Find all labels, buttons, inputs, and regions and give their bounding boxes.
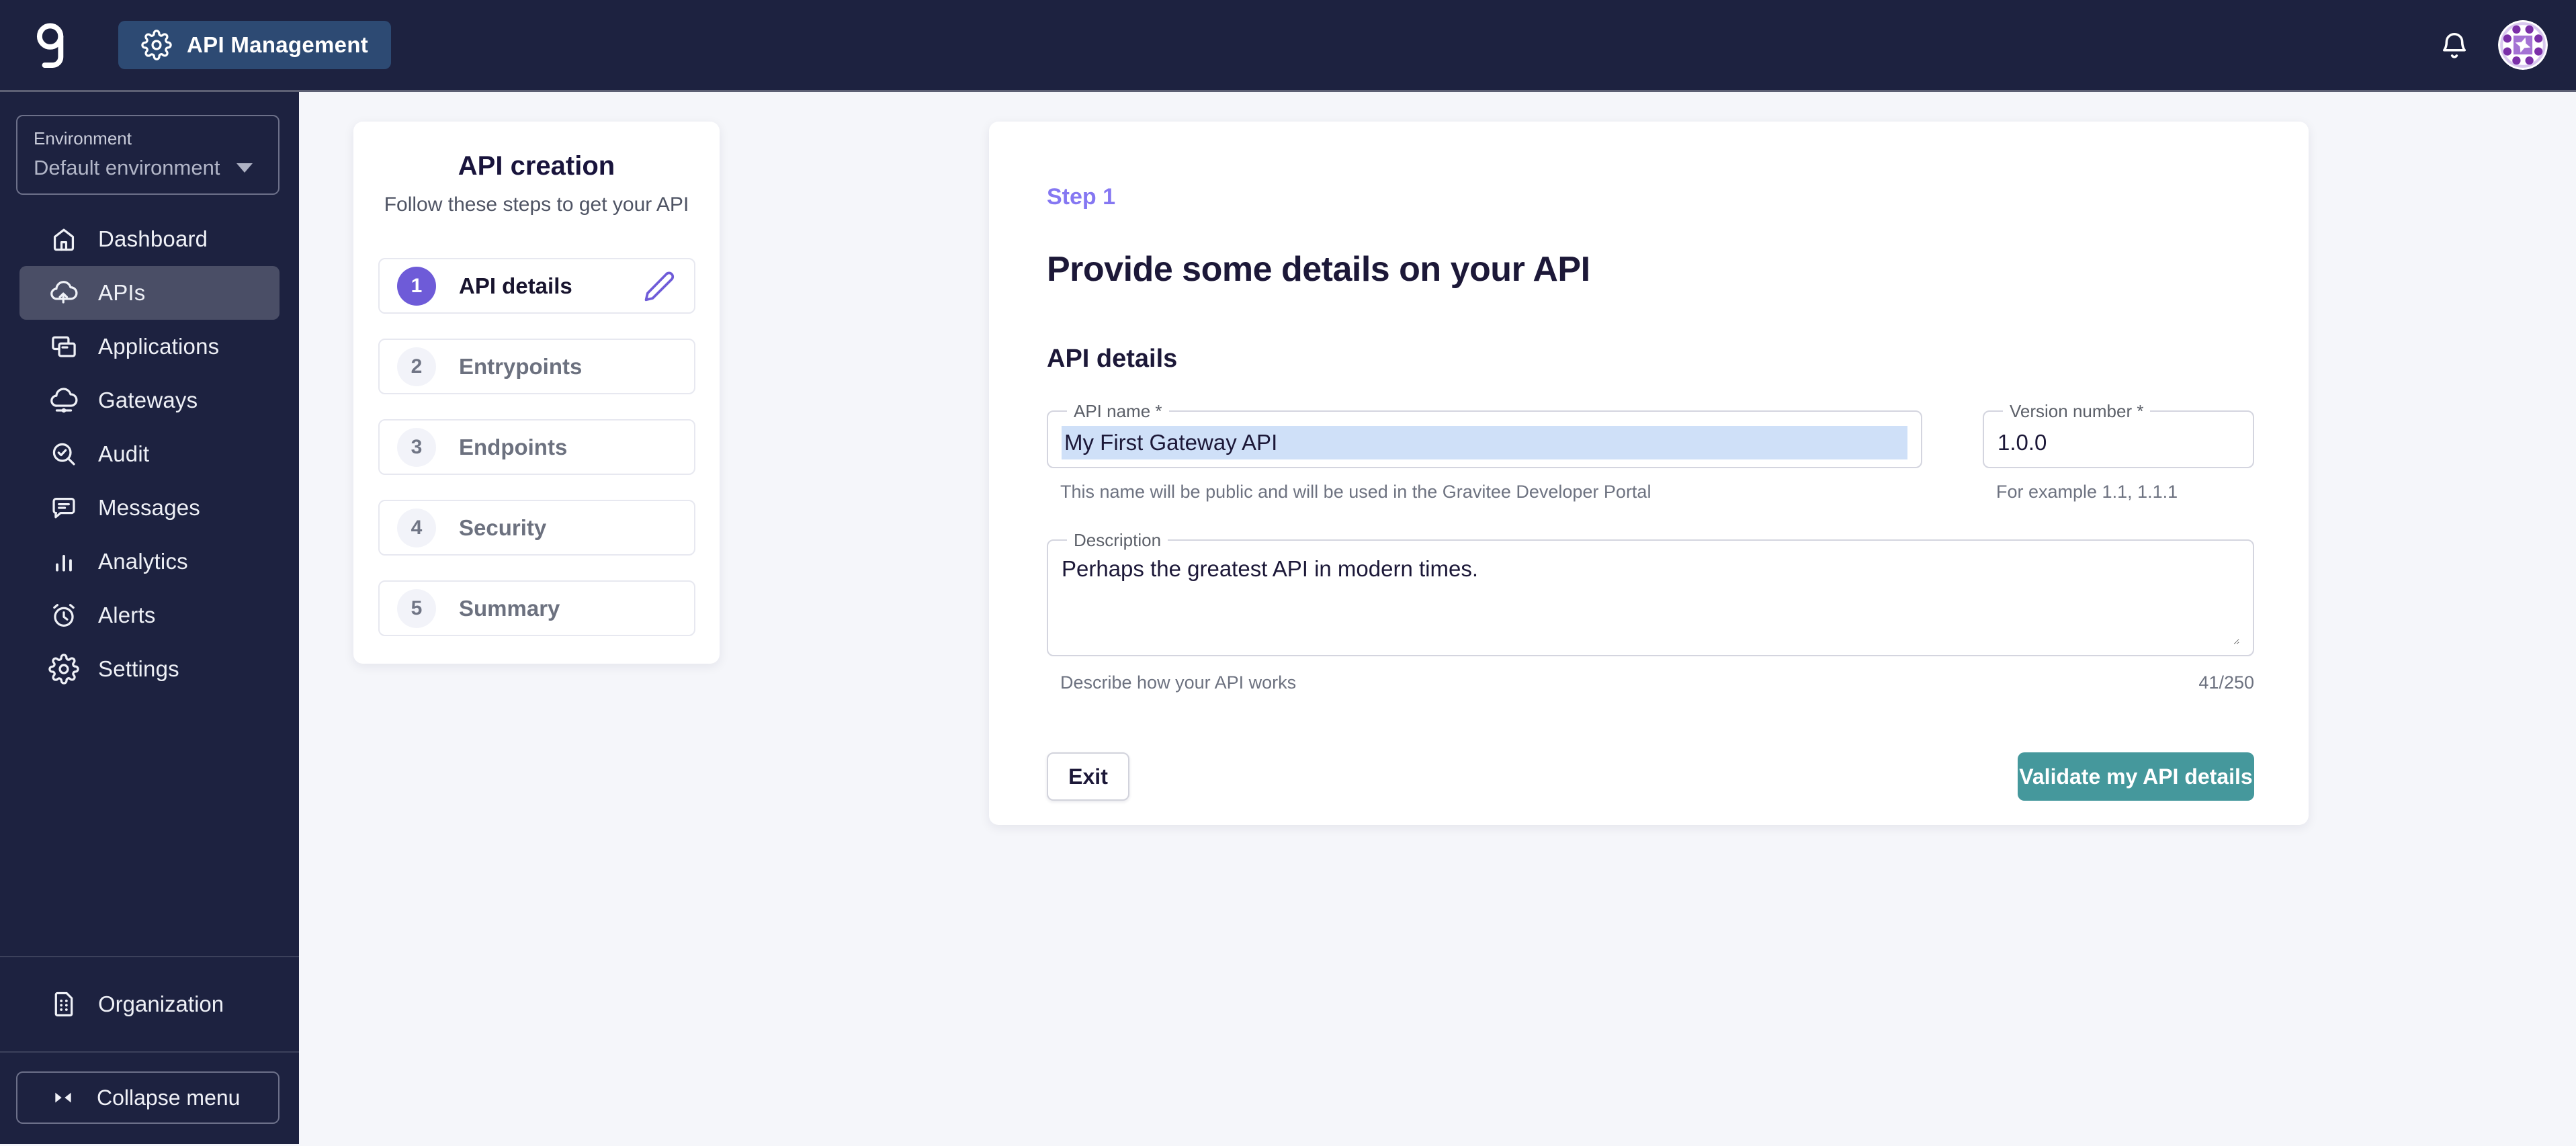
sidebar-item-label: Gateways — [98, 388, 198, 412]
api-details-form-card: Step 1 Provide some details on your API … — [989, 122, 2309, 825]
api-name-input[interactable]: My First Gateway API — [1062, 425, 1907, 459]
environment-selector[interactable]: Environment Default environment — [16, 115, 280, 195]
step-label: Summary — [459, 595, 560, 621]
step-security[interactable]: 4 Security — [378, 500, 695, 556]
main-content: API creation Follow these steps to get y… — [299, 92, 2576, 1144]
collapse-menu-button[interactable]: Collapse menu — [16, 1071, 280, 1124]
sidebar-item-audit[interactable]: Audit — [19, 427, 280, 481]
step-endpoints[interactable]: 3 Endpoints — [378, 419, 695, 475]
sidebar-item-organization[interactable]: Organization — [0, 957, 299, 1051]
sidebar-item-analytics[interactable]: Analytics — [19, 535, 280, 588]
collapse-icon — [55, 1092, 71, 1103]
step-label: Security — [459, 515, 547, 540]
sidebar-item-apis[interactable]: APIs — [19, 266, 280, 320]
chevron-down-icon — [237, 163, 253, 173]
api-creation-stepper-card: API creation Follow these steps to get y… — [353, 122, 720, 664]
cloud-upload-icon — [50, 281, 78, 304]
stepper-steps: 1 API details 2 Entrypoints 3 Endpoints … — [378, 258, 695, 636]
sidebar-item-dashboard[interactable]: Dashboard — [19, 212, 280, 266]
sidebar-item-alerts[interactable]: Alerts — [19, 588, 280, 642]
environment-label: Environment — [34, 128, 132, 148]
gear-icon — [141, 30, 172, 60]
api-name-label: API name * — [1074, 401, 1162, 421]
section-title: API details — [1047, 345, 1178, 373]
sidebar-item-label: Analytics — [98, 549, 188, 574]
description-label: Description — [1074, 530, 1162, 550]
description-textarea[interactable]: Perhaps the greatest API in modern times… — [1062, 556, 2239, 645]
validate-api-details-button[interactable]: Validate my API details — [2018, 752, 2254, 801]
version-helper: For example 1.1, 1.1.1 — [1996, 482, 2178, 502]
app-button-label: API Management — [187, 32, 369, 57]
sidebar-item-applications[interactable]: Applications — [19, 320, 280, 373]
sidebar-item-gateways[interactable]: Gateways — [19, 373, 280, 427]
step-label: Endpoints — [459, 434, 568, 459]
api-name-field[interactable]: API name * My First Gateway API — [1047, 401, 1922, 468]
version-field[interactable]: Version number * — [1983, 401, 2254, 468]
edit-pencil-icon[interactable] — [642, 269, 677, 304]
description-helper: Describe how your API works — [1060, 672, 1297, 693]
api-name-helper: This name will be public and will be use… — [1060, 482, 1651, 502]
gravitee-logo[interactable] — [31, 18, 73, 72]
chat-bubble-icon — [52, 497, 75, 519]
home-icon — [53, 228, 75, 251]
step-label: API details — [459, 273, 572, 298]
sidebar-item-label: Audit — [98, 441, 150, 466]
notifications-bell-icon[interactable] — [2438, 27, 2471, 63]
step-number-badge: 5 — [397, 588, 436, 628]
step-number-badge: 4 — [397, 508, 436, 547]
user-avatar[interactable] — [2498, 20, 2548, 70]
version-input[interactable] — [1998, 429, 2239, 455]
magnifier-check-icon — [52, 443, 75, 466]
alarm-clock-icon — [53, 604, 75, 627]
sidebar-item-label: APIs — [98, 280, 146, 305]
step-number-badge: 2 — [397, 347, 436, 386]
organization-icon — [54, 991, 73, 1017]
step-number-badge: 3 — [397, 427, 436, 467]
sidebar-item-label: Alerts — [98, 603, 156, 627]
sidebar-item-label: Messages — [98, 495, 201, 520]
cloud-gateway-icon — [50, 388, 78, 413]
gear-icon — [48, 654, 79, 685]
sidebar-nav: Dashboard APIs Applications Gateways Aud… — [0, 212, 299, 696]
bar-chart-icon — [56, 555, 72, 572]
organization-label: Organization — [98, 991, 224, 1016]
sidebar-item-label: Settings — [98, 656, 179, 681]
character-counter: 41/250 — [2198, 672, 2254, 693]
page-title: Provide some details on your API — [1047, 250, 1590, 289]
step-api-details[interactable]: 1 API details — [378, 258, 695, 314]
step-indicator: Step 1 — [1047, 184, 1116, 210]
sidebar-item-settings[interactable]: Settings — [19, 642, 280, 696]
sidebar-divider — [0, 1051, 299, 1053]
gravitee-g-icon — [36, 23, 64, 68]
step-label: Entrypoints — [459, 353, 583, 379]
sidebar-item-label: Applications — [98, 334, 220, 359]
step-summary[interactable]: 5 Summary — [378, 580, 695, 636]
description-field[interactable]: Description Perhaps the greatest API in … — [1047, 530, 2254, 656]
sidebar-item-messages[interactable]: Messages — [19, 481, 280, 535]
environment-value: Default environment — [34, 156, 220, 179]
stepper-title: API creation — [458, 151, 615, 181]
top-bar: API Management — [0, 0, 2576, 92]
exit-button[interactable]: Exit — [1047, 752, 1129, 801]
sidebar: Environment Default environment Dashboar… — [0, 92, 299, 1144]
step-entrypoints[interactable]: 2 Entrypoints — [378, 339, 695, 394]
sidebar-item-label: Dashboard — [98, 226, 208, 251]
stepper-subtitle: Follow these steps to get your API — [384, 193, 689, 216]
api-management-button[interactable]: API Management — [118, 21, 392, 69]
step-number-badge: 1 — [397, 266, 436, 306]
applications-icon — [52, 336, 76, 357]
collapse-menu-label: Collapse menu — [97, 1085, 241, 1110]
version-label: Version number * — [2010, 401, 2144, 421]
